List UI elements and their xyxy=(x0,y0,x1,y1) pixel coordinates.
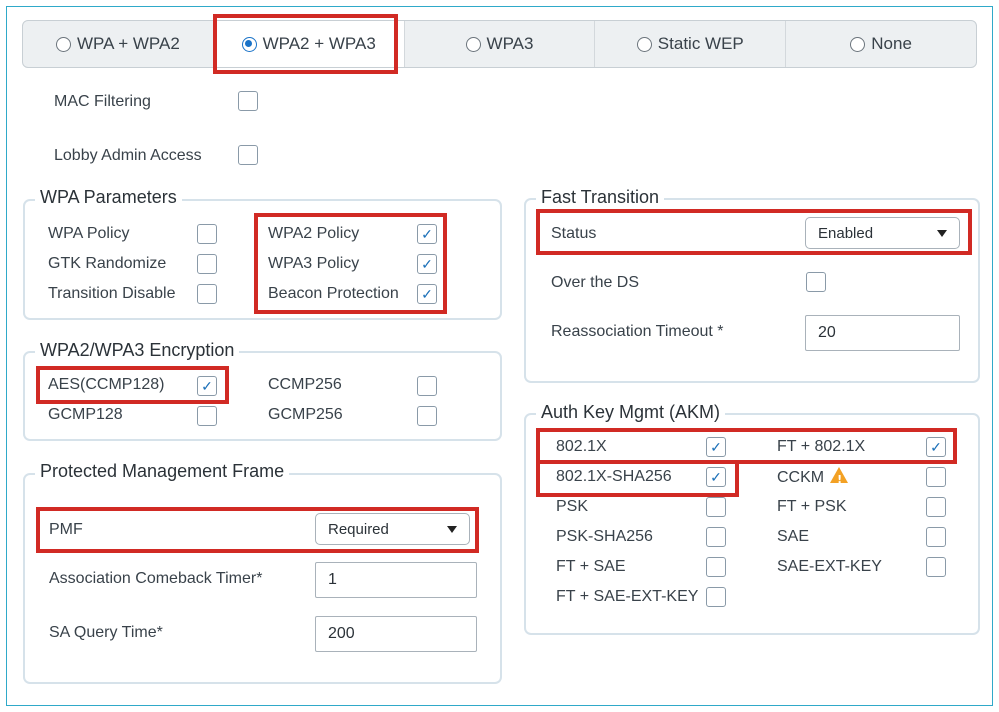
akm-cckm-text: CCKM xyxy=(777,469,825,486)
reassociation-timeout-label: Reassociation Timeout * xyxy=(551,323,724,340)
check-icon: ✓ xyxy=(421,256,433,272)
over-the-ds-checkbox[interactable] xyxy=(806,272,826,292)
transition-disable-label: Transition Disable xyxy=(48,285,176,302)
transition-disable-checkbox[interactable] xyxy=(197,284,217,304)
radio-option-wpa3[interactable]: WPA3 xyxy=(405,21,596,67)
akm-sae-ext-key-label: SAE-EXT-KEY xyxy=(777,558,882,575)
caret-down-icon xyxy=(937,230,947,237)
aes-ccmp128-checkbox[interactable]: ✓ xyxy=(197,376,217,396)
sa-query-time-value: 200 xyxy=(328,625,355,642)
radio-option-static-wep[interactable]: Static WEP xyxy=(595,21,787,67)
wpa-parameters-title: WPA Parameters xyxy=(35,186,182,208)
lobby-admin-access-checkbox[interactable] xyxy=(238,145,258,165)
caret-down-icon xyxy=(447,526,457,533)
akm-sae-ext-key-checkbox[interactable] xyxy=(926,557,946,577)
wpa3-policy-label: WPA3 Policy xyxy=(268,255,360,272)
radio-icon[interactable] xyxy=(55,36,71,52)
check-icon: ✓ xyxy=(201,378,213,394)
akm-ft-sae-ext-key-checkbox[interactable] xyxy=(706,587,726,607)
reassociation-timeout-input[interactable]: 20 xyxy=(805,315,960,351)
akm-ft-sae-label: FT + SAE xyxy=(556,558,626,575)
mac-filtering-label: MAC Filtering xyxy=(54,93,151,110)
akm-ft-8021x-label: FT + 802.1X xyxy=(777,438,866,455)
radio-label: Static WEP xyxy=(657,34,744,53)
check-icon: ✓ xyxy=(421,226,433,242)
gcmp128-checkbox[interactable] xyxy=(197,406,217,426)
akm-sae-checkbox[interactable] xyxy=(926,527,946,547)
pmf-select-value: Required xyxy=(328,520,389,538)
radio-icon[interactable] xyxy=(636,36,652,52)
ft-status-select-value: Enabled xyxy=(818,224,874,242)
wpa3-policy-checkbox[interactable]: ✓ xyxy=(417,254,437,274)
reassociation-timeout-value: 20 xyxy=(818,324,836,341)
gtk-randomize-label: GTK Randomize xyxy=(48,255,167,272)
akm-psk-checkbox[interactable] xyxy=(706,497,726,517)
check-icon: ✓ xyxy=(710,469,722,485)
radio-selected-icon[interactable] xyxy=(241,36,257,52)
ccmp256-label: CCMP256 xyxy=(268,376,342,393)
wpa2-policy-checkbox[interactable]: ✓ xyxy=(417,224,437,244)
radio-option-wpa2-wpa3[interactable]: WPA2 + WPA3 xyxy=(213,21,405,67)
gtk-randomize-checkbox[interactable] xyxy=(197,254,217,274)
radio-option-wpa-wpa2[interactable]: WPA + WPA2 xyxy=(23,21,214,67)
wpa-policy-label: WPA Policy xyxy=(48,225,130,242)
radio-label: WPA + WPA2 xyxy=(76,34,180,53)
beacon-protection-checkbox[interactable]: ✓ xyxy=(417,284,437,304)
mac-filtering-checkbox[interactable] xyxy=(238,91,258,111)
akm-psk-sha256-label: PSK-SHA256 xyxy=(556,528,653,545)
akm-ft-sae-checkbox[interactable] xyxy=(706,557,726,577)
akm-psk-sha256-checkbox[interactable] xyxy=(706,527,726,547)
radio-icon[interactable] xyxy=(465,36,481,52)
akm-cckm-checkbox[interactable] xyxy=(926,467,946,487)
check-icon: ✓ xyxy=(710,439,722,455)
gcmp256-label: GCMP256 xyxy=(268,406,343,423)
radio-option-none[interactable]: None xyxy=(786,21,976,67)
encryption-title: WPA2/WPA3 Encryption xyxy=(35,339,240,361)
akm-8021x-checkbox[interactable]: ✓ xyxy=(706,437,726,457)
akm-cckm-label: CCKM xyxy=(777,467,849,490)
check-icon: ✓ xyxy=(421,286,433,302)
security-mode-selector: WPA + WPA2 WPA2 + WPA3 WPA3 Static WEP N… xyxy=(22,20,977,68)
radio-label: WPA2 + WPA3 xyxy=(262,34,376,53)
radio-label: None xyxy=(871,34,912,53)
association-comeback-timer-input[interactable]: 1 xyxy=(315,562,477,598)
lobby-admin-access-label: Lobby Admin Access xyxy=(54,147,202,164)
sa-query-time-input[interactable]: 200 xyxy=(315,616,477,652)
encryption-group xyxy=(23,351,502,441)
akm-title: Auth Key Mgmt (AKM) xyxy=(536,401,726,423)
radio-icon[interactable] xyxy=(850,36,866,52)
check-icon: ✓ xyxy=(930,439,942,455)
gcmp256-checkbox[interactable] xyxy=(417,406,437,426)
akm-ft-psk-checkbox[interactable] xyxy=(926,497,946,517)
sa-query-time-label: SA Query Time* xyxy=(49,624,163,641)
aes-ccmp128-label: AES(CCMP128) xyxy=(48,376,165,393)
warning-icon xyxy=(830,467,849,490)
over-the-ds-label: Over the DS xyxy=(551,274,640,291)
wpa-policy-checkbox[interactable] xyxy=(197,224,217,244)
ft-status-select[interactable]: Enabled xyxy=(805,217,960,249)
association-comeback-timer-value: 1 xyxy=(328,571,337,588)
radio-label: WPA3 xyxy=(486,34,534,53)
pmf-title: Protected Management Frame xyxy=(35,460,290,482)
pmf-label: PMF xyxy=(49,521,83,538)
wpa2-policy-label: WPA2 Policy xyxy=(268,225,360,242)
gcmp128-label: GCMP128 xyxy=(48,406,123,423)
ccmp256-checkbox[interactable] xyxy=(417,376,437,396)
akm-sae-label: SAE xyxy=(777,528,810,545)
fast-transition-title: Fast Transition xyxy=(536,186,665,208)
ft-status-label: Status xyxy=(551,225,597,242)
pmf-select[interactable]: Required xyxy=(315,513,470,545)
beacon-protection-label: Beacon Protection xyxy=(268,285,399,302)
akm-ft-sae-ext-key-label: FT + SAE-EXT-KEY xyxy=(556,588,699,605)
akm-8021x-label: 802.1X xyxy=(556,438,607,455)
association-comeback-timer-label: Association Comeback Timer* xyxy=(49,570,263,587)
akm-ft-psk-label: FT + PSK xyxy=(777,498,847,515)
akm-psk-label: PSK xyxy=(556,498,589,515)
akm-8021x-sha256-label: 802.1X-SHA256 xyxy=(556,468,672,485)
akm-8021x-sha256-checkbox[interactable]: ✓ xyxy=(706,467,726,487)
akm-ft-8021x-checkbox[interactable]: ✓ xyxy=(926,437,946,457)
